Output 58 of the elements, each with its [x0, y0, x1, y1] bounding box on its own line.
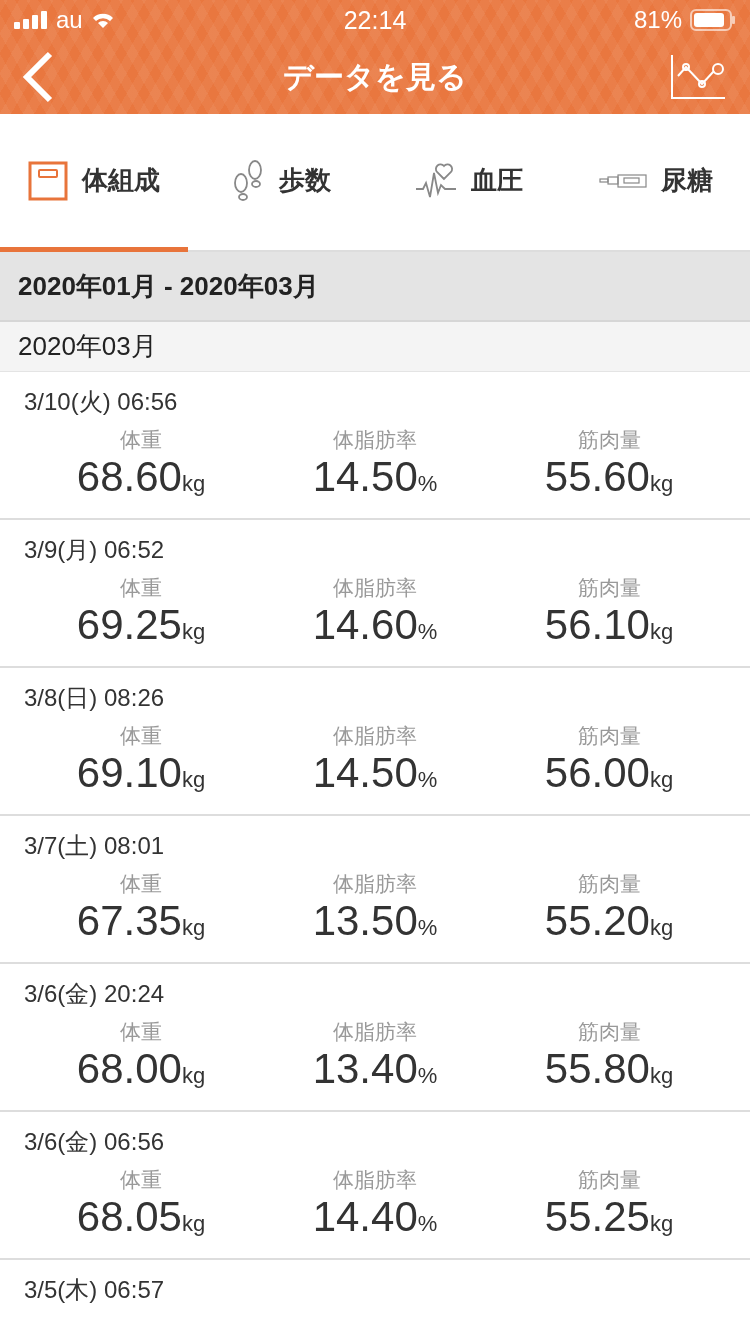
metric-value: 14.50% [312, 750, 438, 797]
line-chart-icon[interactable] [670, 54, 726, 100]
metric-value: 13.40% [312, 1046, 438, 1093]
carrier-name: au [56, 6, 83, 34]
back-icon[interactable] [22, 51, 54, 103]
metric-value: 14.60% [312, 602, 438, 649]
metric-label: 体重 [120, 871, 162, 898]
metric-label: 筋肉量 [577, 723, 641, 750]
metric-label: 体脂肪率 [333, 1019, 417, 1046]
metric-value: 68.60kg [76, 454, 206, 501]
metric-value: 56.10kg [544, 602, 674, 649]
metric-value: 56.00kg [544, 750, 674, 797]
metric-value: 55.20kg [544, 898, 674, 945]
record-date: 3/7(土) 08:01 [24, 831, 166, 861]
metric-value: 67.35kg [76, 898, 206, 945]
category-tab[interactable]: 血圧 [375, 114, 563, 252]
metric-label: 体脂肪率 [333, 575, 417, 602]
record-date: 3/8(日) 08:26 [24, 683, 166, 713]
metric-value: 55.25kg [544, 1194, 674, 1241]
metric-label: 体脂肪率 [333, 723, 417, 750]
metric-label: 体脂肪率 [333, 427, 417, 454]
date-range-header: 2020年01月 - 2020年03月 [0, 252, 750, 322]
record-date: 3/6(金) 20:24 [24, 979, 166, 1009]
signal-icon [14, 11, 48, 29]
metric-label: 体重 [120, 1019, 162, 1046]
record-date: 3/5(木) 06:57 [24, 1275, 166, 1305]
metric-label: 体重 [120, 1167, 162, 1194]
battery-icon [690, 9, 736, 31]
metric-label: 筋肉量 [577, 427, 641, 454]
month-header: 2020年03月 [0, 322, 750, 372]
metric-value: 69.10kg [76, 750, 206, 797]
metric-label: 筋肉量 [577, 575, 641, 602]
test-strip-icon [599, 172, 648, 189]
metric-label: 体重 [120, 723, 162, 750]
record-date: 3/9(月) 06:52 [24, 535, 166, 565]
metric-label: 体重 [120, 427, 162, 454]
metric-label: 筋肉量 [577, 871, 641, 898]
metric-label: 筋肉量 [577, 1167, 641, 1194]
metric-value: 69.25kg [76, 602, 206, 649]
metric-value: 13.50% [312, 898, 438, 945]
category-tab[interactable]: 尿糖 [562, 114, 750, 252]
metric-label: 筋肉量 [577, 1019, 641, 1046]
scale-icon [27, 160, 68, 201]
metric-value: 68.05kg [76, 1194, 206, 1241]
category-tab[interactable]: 歩数 [187, 114, 375, 252]
metric-label: 体脂肪率 [333, 871, 417, 898]
metric-value: 14.40% [312, 1194, 438, 1241]
metric-value: 55.80kg [544, 1046, 674, 1093]
metric-value: 68.00kg [76, 1046, 206, 1093]
metric-label: 体脂肪率 [333, 1167, 417, 1194]
battery-percent: 81% [633, 6, 682, 34]
record-date: 3/10(火) 06:56 [24, 387, 179, 417]
record-date: 3/6(金) 06:56 [24, 1127, 166, 1157]
clock-time: 22:14 [343, 5, 407, 35]
page-title: データを見る [283, 57, 467, 96]
metric-value: 55.60kg [544, 454, 674, 501]
metric-label: 体重 [120, 575, 162, 602]
metric-value: 14.50% [312, 454, 438, 501]
